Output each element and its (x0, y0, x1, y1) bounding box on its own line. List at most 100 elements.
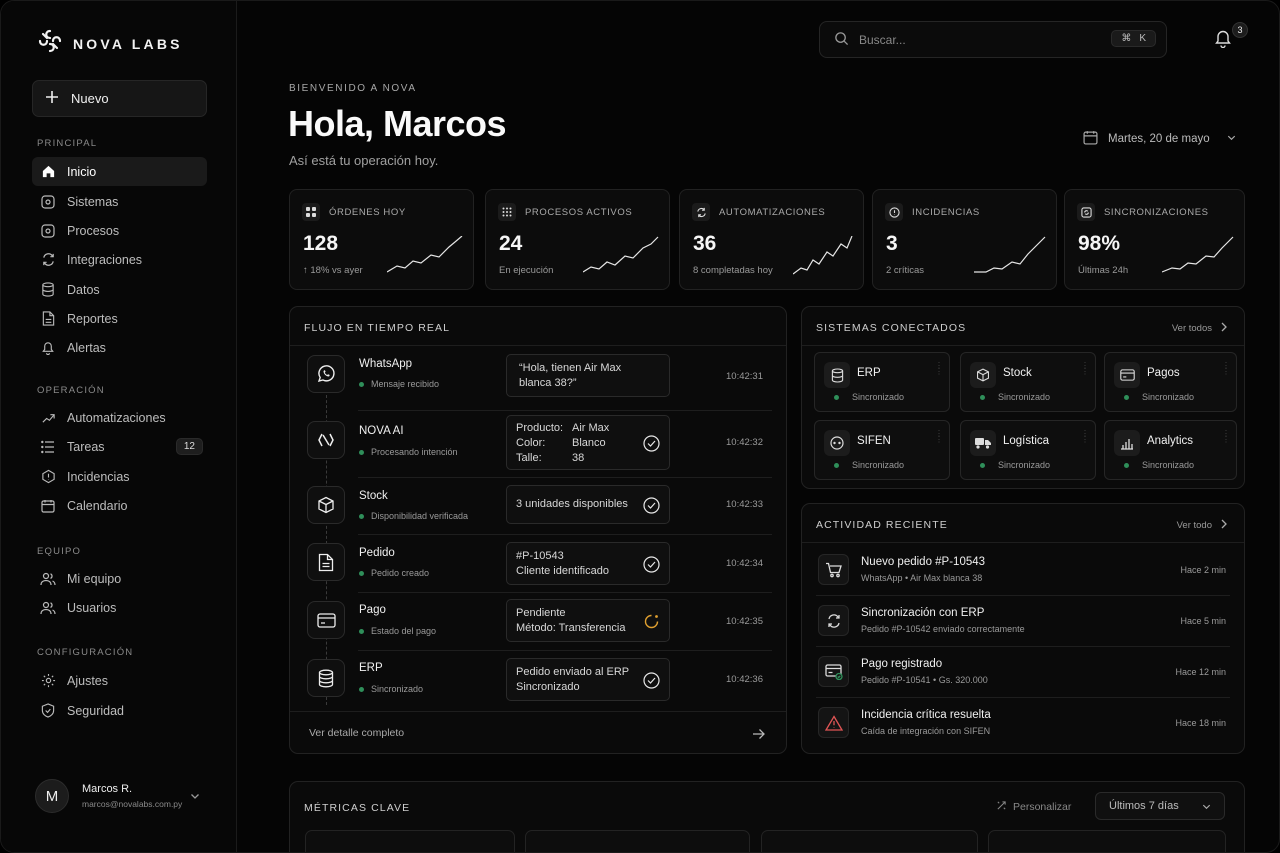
system-card-sifen[interactable]: SIFEN Sincronizado ⋮ ⋮ (814, 420, 950, 480)
sidebar-item-label: Incidencias (67, 469, 130, 484)
system-status: Sincronizado (834, 392, 904, 402)
system-card-logistica[interactable]: Logística Sincronizado ⋮ ⋮ (960, 420, 1096, 480)
arrow-right-icon[interactable] (752, 727, 765, 745)
nova-logo-icon (37, 28, 63, 59)
activity-item[interactable]: Sincronización con ERP Pedido #P-10542 e… (802, 596, 1244, 647)
flow-detail-line: Cliente identificado (516, 565, 609, 577)
plus-icon (45, 90, 59, 107)
kpi-value: 128 (303, 232, 339, 255)
sidebar-item-label: Tareas (67, 439, 105, 454)
sidebar-item-label: Inicio (67, 164, 97, 179)
drag-handle-icon[interactable]: ⋮ ⋮ (1081, 362, 1089, 376)
drag-handle-icon[interactable]: ⋮ ⋮ (935, 430, 943, 444)
status-dot (834, 394, 839, 400)
sidebar-item-alertas[interactable]: Alertas (32, 333, 207, 362)
system-card-analytics[interactable]: Analytics Sincronizado ⋮ ⋮ (1104, 420, 1237, 480)
system-card-stock[interactable]: Stock Sincronizado ⋮ ⋮ (960, 352, 1096, 412)
flow-step-status-text: Sincronizado (371, 684, 424, 694)
automation-icon (692, 203, 710, 221)
view-all-systems-link[interactable]: Ver todos (1172, 322, 1228, 335)
kpi-card-ordenes[interactable]: ÓRDENES HOY 128 ↑ 18% vs ayer (289, 189, 474, 290)
system-card-pagos[interactable]: Pagos Sincronizado ⋮ ⋮ (1104, 352, 1237, 412)
system-card-erp[interactable]: ERP Sincronizado ⋮ ⋮ (814, 352, 950, 412)
detail-value: 38 (572, 452, 585, 464)
sidebar-item-label: Reportes (67, 311, 118, 326)
date-range-select[interactable]: Últimos 7 días (1095, 792, 1225, 820)
kpi-card-sincronizaciones[interactable]: SINCRONIZACIONES 98% Últimas 24h (1064, 189, 1245, 290)
sidebar-item-procesos[interactable]: Procesos (32, 216, 207, 245)
notifications-bell-icon[interactable] (1214, 29, 1232, 53)
flow-detail-line: blanca 38?” (519, 377, 577, 389)
user-name: Marcos R. (82, 783, 133, 795)
drag-handle-icon[interactable]: ⋮ ⋮ (1081, 430, 1089, 444)
kbd-cmd: ⌘ (1121, 33, 1132, 44)
sidebar-item-label: Alertas (67, 340, 106, 355)
sidebar-item-seguridad[interactable]: Seguridad (32, 696, 207, 725)
drag-handle-icon[interactable]: ⋮ ⋮ (1222, 430, 1230, 444)
status-dot (980, 462, 985, 468)
flow-step-detail[interactable]: #P-10543 Cliente identificado (506, 542, 670, 585)
metric-card[interactable] (761, 830, 978, 852)
metric-card[interactable] (525, 830, 750, 852)
user-profile[interactable]: M Marcos R. marcos@novalabs.com.py (35, 779, 182, 813)
sidebar-item-incidencias[interactable]: Incidencias (32, 462, 207, 491)
divider (358, 477, 772, 478)
sidebar-item-inicio[interactable]: Inicio (32, 157, 207, 186)
kpi-card-procesos[interactable]: PROCESOS ACTIVOS 24 En ejecución (485, 189, 670, 290)
flow-step-detail[interactable]: Producto: Air Max Color: Blanco Talle: 38 (506, 415, 670, 470)
sidebar-item-ajustes[interactable]: Ajustes (32, 666, 207, 695)
flow-step-detail[interactable]: Pendiente Método: Transferencia (506, 599, 670, 642)
section-equipo: EQUIPO (37, 546, 82, 557)
database-icon (40, 282, 56, 298)
new-button[interactable]: Nuevo (32, 80, 207, 117)
drag-handle-icon[interactable]: ⋮ ⋮ (1222, 362, 1230, 376)
sidebar-item-mi-equipo[interactable]: Mi equipo (32, 564, 207, 593)
sidebar-item-usuarios[interactable]: Usuarios (32, 593, 207, 622)
kpi-sub: ↑ 18% vs ayer (303, 265, 363, 276)
customize-button[interactable]: Personalizar (996, 800, 1071, 814)
kpi-card-automatizaciones[interactable]: AUTOMATIZACIONES 36 8 completadas hoy (679, 189, 864, 290)
kpi-value: 24 (499, 232, 523, 255)
sidebar-item-integraciones[interactable]: Integraciones (32, 245, 207, 274)
sidebar-item-datos[interactable]: Datos (32, 275, 207, 304)
kbd-key: K (1139, 33, 1146, 44)
flow-step-detail[interactable]: Pedido enviado al ERP Sincronizado (506, 658, 670, 701)
divider (290, 345, 786, 346)
metric-card[interactable] (988, 830, 1226, 852)
metric-card[interactable] (305, 830, 515, 852)
status-dot (1124, 394, 1129, 400)
bar-chart-icon (1114, 430, 1140, 456)
activity-item[interactable]: Nuevo pedido #P-10543 WhatsApp • Air Max… (802, 545, 1244, 596)
activity-item[interactable]: Pago registrado Pedido #P-10541 • Gs. 32… (802, 647, 1244, 698)
sidebar-item-reportes[interactable]: Reportes (32, 304, 207, 333)
brand-logo[interactable]: NOVA LABS (37, 28, 183, 59)
flow-step-status: Estado del pago (359, 626, 436, 636)
sidebar-item-automatizaciones[interactable]: Automatizaciones (32, 403, 207, 432)
activity-item[interactable]: Incidencia crítica resuelta Caída de int… (802, 698, 1244, 749)
sidebar-item-label: Usuarios (67, 600, 117, 615)
flow-step-status: Pedido creado (359, 568, 429, 578)
kpi-label: ÓRDENES HOY (329, 206, 406, 218)
chevron-down-icon[interactable] (189, 789, 201, 807)
drag-handle-icon[interactable]: ⋮ ⋮ (935, 362, 943, 376)
sidebar-item-sistemas[interactable]: Sistemas (32, 187, 207, 216)
system-status: Sincronizado (980, 392, 1050, 402)
automation-icon (40, 410, 56, 426)
view-all-activity-link[interactable]: Ver todo (1177, 519, 1228, 532)
kpi-card-incidencias[interactable]: INCIDENCIAS 3 2 críticas (872, 189, 1057, 290)
sidebar-item-calendario[interactable]: Calendario (32, 491, 207, 520)
view-full-detail-link[interactable]: Ver detalle completo (309, 727, 404, 739)
sparkle-icon (996, 800, 1007, 814)
sidebar-item-tareas[interactable]: Tareas 12 (32, 432, 207, 461)
kpi-value: 3 (886, 232, 898, 255)
brand-name: NOVA LABS (73, 35, 183, 52)
cart-icon (818, 554, 849, 585)
nova-ai-icon (307, 421, 345, 459)
flow-detail-line: Método: Transferencia (516, 622, 626, 634)
flow-step-detail[interactable]: 3 unidades disponibles (506, 485, 670, 524)
system-name: Analytics (1147, 435, 1194, 447)
search-input[interactable]: Buscar... ⌘ K (819, 21, 1167, 58)
date-picker[interactable]: Martes, 20 de mayo (1083, 130, 1237, 148)
flow-step-detail[interactable]: “Hola, tienen Air Max blanca 38?” (506, 354, 670, 397)
gear-icon (40, 673, 56, 689)
